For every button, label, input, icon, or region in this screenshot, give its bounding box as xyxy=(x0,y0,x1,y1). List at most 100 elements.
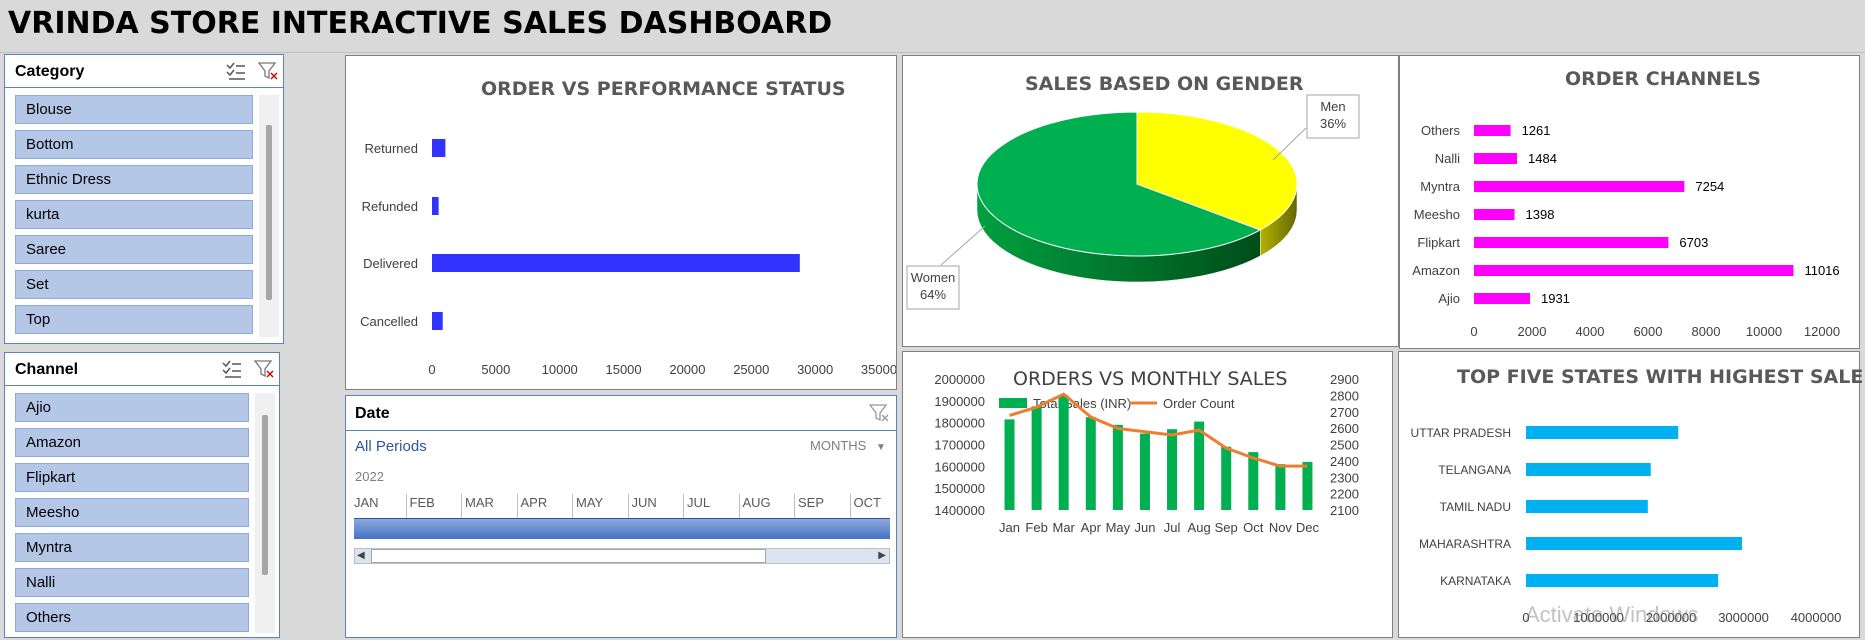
timeline-month-jan[interactable]: JAN xyxy=(354,495,379,510)
tick-label: 2000 xyxy=(1518,324,1547,339)
channel-item-others[interactable]: Others xyxy=(15,603,249,632)
bar xyxy=(432,197,439,215)
bar xyxy=(1275,464,1286,510)
channel-item-meesho[interactable]: Meesho xyxy=(15,498,249,527)
timeline-month-apr[interactable]: APR xyxy=(521,495,548,510)
y-tick-label: 1700000 xyxy=(934,438,985,453)
x-tick-label: Nov xyxy=(1269,520,1293,535)
category-label: Amazon xyxy=(1412,263,1460,278)
bar xyxy=(1474,293,1530,304)
timeline-month-feb[interactable]: FEB xyxy=(410,495,435,510)
timeline-bar[interactable] xyxy=(354,518,890,539)
category-label: TELANGANA xyxy=(1438,463,1511,477)
bar xyxy=(1526,463,1651,476)
activate-windows-watermark: Activate Windows xyxy=(1525,602,1699,627)
tick-label: 3000000 xyxy=(1718,610,1769,625)
y2-tick-label: 2500 xyxy=(1330,438,1359,453)
timeline-month-jul[interactable]: JUL xyxy=(687,495,710,510)
category-item-top[interactable]: Top xyxy=(15,305,253,334)
timeline-month-may[interactable]: MAY xyxy=(576,495,603,510)
category-item-kurta[interactable]: kurta xyxy=(15,200,253,229)
timeline-month-aug[interactable]: AUG xyxy=(743,495,771,510)
data-label: 6703 xyxy=(1679,235,1708,250)
category-item-blouse[interactable]: Blouse xyxy=(15,95,253,124)
channel-scrollbar-thumb[interactable] xyxy=(262,415,268,575)
tick-label: 4000000 xyxy=(1791,610,1842,625)
tick-label: 12000 xyxy=(1804,324,1840,339)
x-tick-label: Feb xyxy=(1025,520,1047,535)
category-slicer-header: Category xyxy=(5,55,283,88)
leader-line xyxy=(940,225,986,266)
multi-select-icon[interactable] xyxy=(221,359,243,379)
category-label: Delivered xyxy=(363,256,418,271)
bar xyxy=(432,254,800,272)
category-label: TAMIL NADU xyxy=(1440,500,1511,514)
y2-tick-label: 2700 xyxy=(1330,405,1359,420)
category-item-set[interactable]: Set xyxy=(15,270,253,299)
category-label: KARNATAKA xyxy=(1440,574,1511,588)
x-tick-label: Apr xyxy=(1081,520,1102,535)
clear-filter-icon[interactable] xyxy=(257,61,279,81)
pie-value-label: 36% xyxy=(1320,116,1346,131)
channel-item-myntra[interactable]: Myntra xyxy=(15,533,249,562)
pie-label: Women xyxy=(911,270,956,285)
category-item-ethnic-dress[interactable]: Ethnic Dress xyxy=(15,165,253,194)
tick-label: 0 xyxy=(428,362,435,377)
channel-item-flipkart[interactable]: Flipkart xyxy=(15,463,249,492)
timeline-month-mar[interactable]: MAR xyxy=(465,495,494,510)
leader-line xyxy=(1272,127,1307,161)
clear-filter-icon[interactable] xyxy=(868,403,890,428)
y-tick-label: 1400000 xyxy=(934,503,985,518)
data-label: 1261 xyxy=(1522,123,1551,138)
bar xyxy=(1526,426,1679,439)
time-level-label: MONTHS xyxy=(810,438,867,453)
data-label: 7254 xyxy=(1695,179,1724,194)
y2-tick-label: 2400 xyxy=(1330,454,1359,469)
channel-item-amazon[interactable]: Amazon xyxy=(15,428,249,457)
channel-slicer-title: Channel xyxy=(15,361,79,378)
bar xyxy=(1302,461,1313,510)
y-tick-label: 1900000 xyxy=(934,394,985,409)
data-label: 1931 xyxy=(1541,291,1570,306)
category-scrollbar-thumb[interactable] xyxy=(266,125,272,300)
timeline-month-jun[interactable]: JUN xyxy=(632,495,657,510)
multi-select-icon[interactable] xyxy=(225,61,247,81)
category-label: Ajio xyxy=(1438,291,1460,306)
legend-label: Order Count xyxy=(1163,396,1235,411)
x-tick-label: Jan xyxy=(999,520,1020,535)
y2-tick-label: 2800 xyxy=(1330,388,1359,403)
y2-tick-label: 2300 xyxy=(1330,470,1359,485)
clear-filter-icon[interactable] xyxy=(253,359,275,379)
tick-label: 15000 xyxy=(605,362,641,377)
x-tick-label: Jul xyxy=(1164,520,1181,535)
timeline-month-oct[interactable]: OCT xyxy=(854,495,881,510)
bar xyxy=(1526,574,1719,587)
y-tick-label: 1800000 xyxy=(934,416,985,431)
channel-item-ajio[interactable]: Ajio xyxy=(15,393,249,422)
channel-item-nalli[interactable]: Nalli xyxy=(15,568,249,597)
x-tick-label: Dec xyxy=(1296,520,1320,535)
category-item-bottom[interactable]: Bottom xyxy=(15,130,253,159)
bar xyxy=(432,312,443,330)
timeline-month-sep[interactable]: SEP xyxy=(798,495,824,510)
title-bar: VRINDA STORE INTERACTIVE SALES DASHBOARD xyxy=(0,0,1865,53)
y-tick-label: 2000000 xyxy=(934,372,985,387)
bar xyxy=(1194,421,1205,510)
category-item-saree[interactable]: Saree xyxy=(15,235,253,264)
scroll-left-icon[interactable]: ◀ xyxy=(357,550,365,561)
time-level-dropdown[interactable]: MONTHS ▼ xyxy=(810,438,886,453)
date-slicer-title: Date xyxy=(355,405,390,422)
date-slicer-header: Date xyxy=(346,396,896,431)
tick-label: 0 xyxy=(1470,324,1477,339)
category-slicer-title: Category xyxy=(15,63,85,80)
scroll-right-icon[interactable]: ▶ xyxy=(878,550,886,561)
channel-scrollbar[interactable] xyxy=(255,393,275,633)
channel-slicer-header: Channel xyxy=(5,353,279,386)
bar xyxy=(1139,433,1150,510)
category-scrollbar[interactable] xyxy=(259,95,279,337)
bar xyxy=(1004,419,1015,510)
x-tick-label: Aug xyxy=(1188,520,1211,535)
timeline-scrollbar[interactable]: ◀ ▶ xyxy=(354,548,890,564)
timeline-scroll-thumb[interactable] xyxy=(371,549,766,563)
tick-label: 5000 xyxy=(481,362,510,377)
